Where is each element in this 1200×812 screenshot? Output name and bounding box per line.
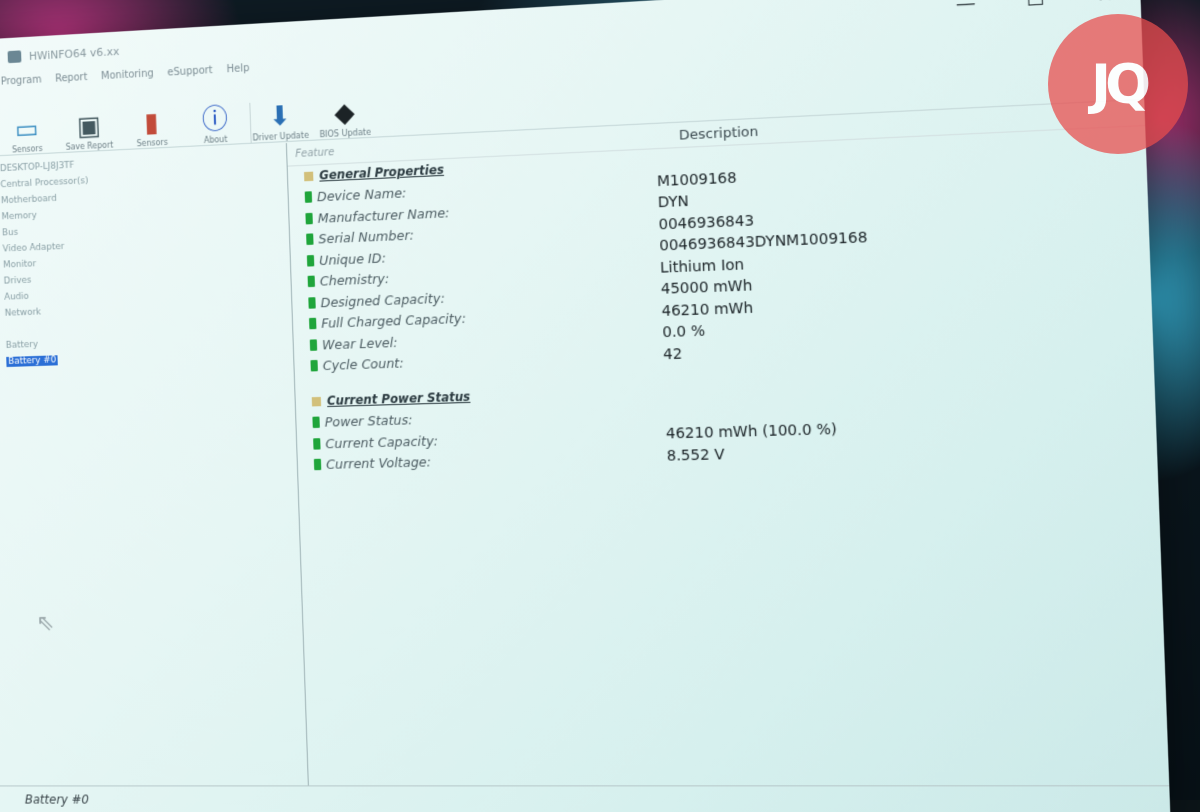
property-icon [314,459,321,470]
tree-item-label: DESKTOP-LJ8J3TF [0,161,75,175]
tree-item-label: Monitor [3,259,36,270]
property-value: Lithium Ion [660,256,745,276]
app-window: HWiNFO64 v6.xx — ☐ ✕ Program Report Moni… [0,0,1170,812]
property-label: Wear Level: [322,334,398,352]
floppy-icon: ▣ [76,111,101,143]
tree-item-label: Battery [6,340,39,351]
property-icon [305,213,312,225]
property-icon [310,360,317,372]
tree-item-label: Video Adapter [2,242,64,255]
property-value: 46210 mWh [661,300,753,320]
tree-item-label: Network [5,307,42,318]
property-value: 0046936843 [658,212,754,233]
property-value: 46210 mWh (100.0 %) [666,421,838,442]
chip-icon: ◆ [334,97,355,129]
tree-item-label: Memory [1,211,37,223]
property-icon [309,318,316,330]
property-value: 0.0 % [662,323,705,341]
device-tree: DESKTOP-LJ8J3TF Central Processor(s) Mothe… [0,143,309,786]
tree-item-label: Bus [2,228,18,239]
property-label: Serial Number: [318,227,414,246]
property-label: Power Status: [324,412,412,430]
property-label: Current Voltage: [326,454,431,472]
thermometer-icon: ▮ [144,108,159,139]
toolbar-save-report-button[interactable]: ▣ Save Report [60,110,118,152]
tree-item-label: Battery #0 [6,355,58,367]
folder-icon [312,397,321,407]
status-bar: Battery #0 [0,785,1170,812]
property-icon [310,339,317,351]
mouse-cursor-icon: ⇖ [36,611,55,636]
tree-item-label: Audio [4,292,29,303]
property-icon [308,297,315,309]
toolbar-driver-update-button[interactable]: ⬇ Driver Update [249,100,310,143]
menu-help[interactable]: Help [227,63,250,85]
property-value: 42 [663,346,683,364]
menu-esupport[interactable]: eSupport [167,65,213,88]
property-icon [305,191,312,203]
property-label: Manufacturer Name: [317,205,449,226]
info-icon: ⓘ [201,104,228,136]
folder-icon [304,171,313,181]
property-icon [307,255,314,267]
tree-item-label: Motherboard [1,194,57,207]
driver-update-icon: ⬇ [268,101,291,133]
property-label: Cycle Count: [323,355,404,373]
detail-panel: Feature Description General Properties D… [287,101,1169,786]
property-value: 45000 mWh [661,278,753,298]
property-icon [313,438,320,450]
toolbar-about-button[interactable]: ⓘ About [186,103,245,146]
property-value: M1009168 [657,170,737,191]
menu-program[interactable]: Program [1,74,42,96]
app-icon [8,50,22,63]
monitor-icon: ▭ [14,114,39,145]
jq-watermark-logo: JQ [1048,14,1188,154]
property-label: Designed Capacity: [320,290,445,310]
group-title: Current Power Status [327,390,471,409]
property-label: Device Name: [317,185,407,204]
minimize-button[interactable]: — [931,0,1001,25]
property-value: 8.552 V [666,446,724,464]
property-icon [312,417,319,429]
description-column-header[interactable]: Description [604,124,758,147]
property-label: Full Charged Capacity: [321,311,466,332]
menu-report[interactable]: Report [55,72,88,94]
toolbar-sensors-thermo-button[interactable]: ▮ Sensors [123,107,182,150]
property-label: Current Capacity: [325,433,438,451]
toolbar-sensors-button[interactable]: ▭ Sensors [0,113,56,155]
window-title: HWiNFO64 v6.xx [29,44,120,62]
tree-item-label: Central Processor(s) [0,176,88,190]
property-label: Unique ID: [319,250,386,268]
property-value: DYN [658,193,690,211]
menu-monitoring[interactable]: Monitoring [101,68,154,91]
toolbar-bios-update-button[interactable]: ◆ BIOS Update [315,96,375,139]
property-icon [306,234,313,246]
property-icon [308,276,315,288]
tree-item-label: Drives [4,276,32,287]
group-title: General Properties [319,163,444,183]
property-label: Chemistry: [320,271,390,289]
